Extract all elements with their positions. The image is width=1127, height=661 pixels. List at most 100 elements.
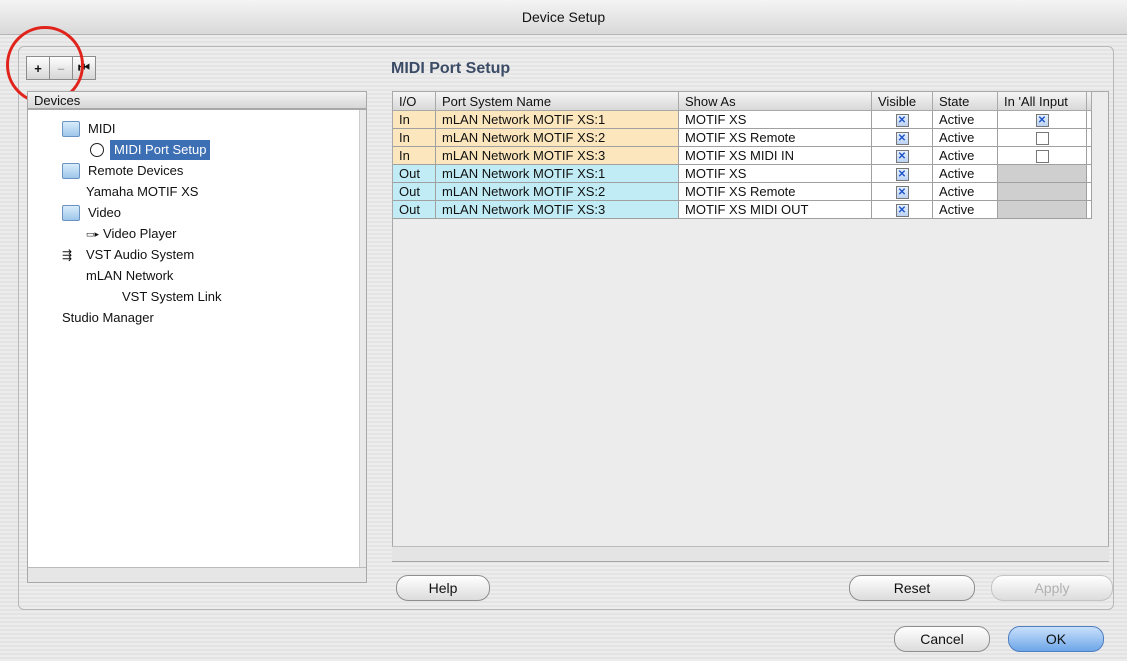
cell-io: In (393, 110, 436, 129)
cell-state: Active (932, 128, 998, 147)
cell-all-input-disabled (997, 200, 1087, 219)
cell-spacer (1086, 146, 1092, 165)
cell-all-input-disabled (997, 164, 1087, 183)
all-input-checkbox[interactable] (1035, 132, 1049, 146)
tree-item-video[interactable]: Video (62, 203, 121, 223)
cell-state: Active (932, 110, 998, 129)
window-title: Device Setup (0, 0, 1127, 35)
cell-state: Active (932, 164, 998, 183)
column-header-state[interactable]: State (932, 92, 998, 111)
tree-item-label: Studio Manager (62, 310, 154, 325)
tree-item-label: Video (88, 205, 122, 220)
folder-icon (62, 163, 80, 179)
column-header-show-as[interactable]: Show As (678, 92, 872, 111)
cell-visible: ✕ (871, 182, 933, 201)
cell-io: In (393, 146, 436, 165)
tree-vertical-scrollbar[interactable] (359, 110, 366, 570)
tree-item-label: Video Player (103, 226, 177, 241)
tree-item-midi[interactable]: MIDI (62, 119, 115, 139)
folder-icon (62, 205, 80, 221)
cell-state: Active (932, 200, 998, 219)
devices-header: Devices (27, 91, 367, 109)
cell-spacer (1086, 128, 1092, 147)
visible-checkbox[interactable]: ✕ (895, 204, 909, 218)
tree-item-remote-devices[interactable]: Remote Devices (62, 161, 183, 181)
cell-visible: ✕ (871, 200, 933, 219)
visible-checkbox[interactable]: ✕ (895, 114, 909, 128)
cell-state: Active (932, 146, 998, 165)
cell-io: In (393, 128, 436, 147)
cell-visible: ✕ (871, 128, 933, 147)
tree-item-vst-audio-system[interactable]: ⇶ VST Audio System (62, 245, 194, 265)
tree-item-label: VST System Link (122, 289, 222, 304)
cell-show-as[interactable]: MOTIF XS (678, 110, 872, 129)
cell-port-name: mLAN Network MOTIF XS:3 (435, 200, 679, 219)
tree-item-label: MIDI Port Setup (110, 140, 211, 160)
tree-horizontal-scrollbar[interactable] (28, 567, 366, 582)
tree-item-yamaha-motif-xs[interactable]: Yamaha MOTIF XS (86, 182, 198, 202)
cell-io: Out (393, 200, 436, 219)
table-row[interactable]: Out mLAN Network MOTIF XS:2 MOTIF XS Rem… (393, 182, 1092, 201)
cell-all-input (997, 146, 1087, 165)
tree-item-label: Remote Devices (88, 163, 184, 178)
midi-port-table: I/O Port System Name Show As Visible Sta… (392, 91, 1109, 562)
table-row[interactable]: Out mLAN Network MOTIF XS:1 MOTIF XS ✕ A… (393, 164, 1092, 183)
table-row[interactable]: In mLAN Network MOTIF XS:2 MOTIF XS Remo… (393, 128, 1092, 147)
tree-item-vst-system-link[interactable]: VST System Link (122, 287, 221, 307)
table-row[interactable]: In mLAN Network MOTIF XS:1 MOTIF XS ✕ Ac… (393, 110, 1092, 129)
cell-show-as[interactable]: MOTIF XS MIDI IN (678, 146, 872, 165)
cell-state: Active (932, 182, 998, 201)
tree-item-label: VST Audio System (86, 247, 195, 262)
clock-icon (90, 143, 104, 157)
ok-button[interactable]: OK (1008, 626, 1104, 652)
help-button[interactable]: Help (396, 575, 490, 601)
reset-button[interactable]: Reset (849, 575, 975, 601)
visible-checkbox[interactable]: ✕ (895, 168, 909, 182)
tree-item-mlan-network[interactable]: mLAN Network (86, 266, 173, 286)
cell-spacer (1086, 164, 1092, 183)
cell-port-name: mLAN Network MOTIF XS:3 (435, 146, 679, 165)
table-row[interactable]: Out mLAN Network MOTIF XS:3 MOTIF XS MID… (393, 200, 1092, 219)
tree-item-label: mLAN Network (86, 268, 174, 283)
all-input-checkbox[interactable]: ✕ (1035, 114, 1049, 128)
cell-io: Out (393, 182, 436, 201)
cell-visible: ✕ (871, 110, 933, 129)
tree-item-midi-port-setup[interactable]: MIDI Port Setup (90, 140, 211, 160)
tree-item-studio-manager[interactable]: Studio Manager (62, 308, 154, 328)
cell-show-as[interactable]: MOTIF XS Remote (678, 128, 872, 147)
column-header-io[interactable]: I/O (393, 92, 436, 111)
cell-port-name: mLAN Network MOTIF XS:1 (435, 110, 679, 129)
visible-checkbox[interactable]: ✕ (895, 186, 909, 200)
cell-port-name: mLAN Network MOTIF XS:1 (435, 164, 679, 183)
tree-item-label: MIDI (88, 121, 116, 136)
cell-show-as[interactable]: MOTIF XS (678, 164, 872, 183)
table-row[interactable]: In mLAN Network MOTIF XS:3 MOTIF XS MIDI… (393, 146, 1092, 165)
cell-show-as[interactable]: MOTIF XS MIDI OUT (678, 200, 872, 219)
page-title: MIDI Port Setup (391, 60, 511, 77)
tree-item-video-player[interactable]: ▭▸ Video Player (86, 224, 177, 244)
vst-audio-icon: ⇶ (62, 248, 73, 262)
cell-io: Out (393, 164, 436, 183)
cell-show-as[interactable]: MOTIF XS Remote (678, 182, 872, 201)
cell-spacer (1086, 182, 1092, 201)
column-header-all-input[interactable]: In 'All Input (997, 92, 1087, 111)
tree-item-label: Yamaha MOTIF XS (86, 184, 199, 199)
visible-checkbox[interactable]: ✕ (895, 132, 909, 146)
cell-port-name: mLAN Network MOTIF XS:2 (435, 128, 679, 147)
table-horizontal-scrollbar[interactable] (392, 546, 1109, 561)
cell-all-input-disabled (997, 182, 1087, 201)
column-header-port-system-name[interactable]: Port System Name (435, 92, 679, 111)
visible-checkbox[interactable]: ✕ (895, 150, 909, 164)
cancel-button[interactable]: Cancel (894, 626, 990, 652)
cell-visible: ✕ (871, 164, 933, 183)
cell-all-input: ✕ (997, 110, 1087, 129)
cell-all-input (997, 128, 1087, 147)
cell-port-name: mLAN Network MOTIF XS:2 (435, 182, 679, 201)
folder-icon (62, 121, 80, 137)
cell-visible: ✕ (871, 146, 933, 165)
column-header-visible[interactable]: Visible (871, 92, 933, 111)
devices-tree: MIDI MIDI Port Setup Remote Devices Yama… (27, 109, 367, 583)
apply-button[interactable]: Apply (991, 575, 1113, 601)
all-input-checkbox[interactable] (1035, 150, 1049, 164)
cell-spacer (1086, 110, 1092, 129)
